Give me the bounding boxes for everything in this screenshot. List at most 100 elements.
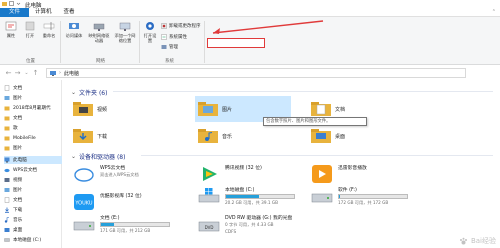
properties-icon[interactable] <box>9 1 14 6</box>
computer-icon <box>4 157 10 163</box>
tencent-video-icon <box>203 167 217 181</box>
folder-downloads-icon <box>73 129 93 143</box>
content-pane: ⌄ 文件夹 (6) 视频 图片 文档 包含数字照片、图片和图形文件。 下载 音乐… <box>63 80 500 248</box>
computer-icon <box>50 70 56 76</box>
pictures-icon <box>4 188 10 192</box>
sidebar-item-mobilefile[interactable]: MobileFile <box>4 134 62 142</box>
uninstall-program-button[interactable]: 卸载或更改程序 <box>161 23 201 29</box>
sidebar-item-desktop[interactable]: 桌面 <box>4 226 62 234</box>
folder-pictures[interactable]: 图片 <box>198 101 232 117</box>
annotation-arrow <box>212 20 324 34</box>
folders-section-header[interactable]: ⌄ 文件夹 (6) <box>71 88 107 97</box>
manage-icon <box>161 45 167 49</box>
xunlei-player-icon <box>312 165 332 183</box>
section-divider <box>113 91 493 92</box>
recent-locations-icon[interactable]: ⌄ <box>22 68 31 78</box>
sidebar-item-downloads[interactable]: 下载 <box>4 206 62 214</box>
forward-icon[interactable]: → <box>13 68 22 78</box>
folder-documents-icon <box>311 102 331 116</box>
folder-documents[interactable]: 文档 <box>311 101 345 117</box>
folder-icon <box>4 106 10 111</box>
drive-xunlei-player[interactable]: 迅雷影音播放 <box>311 164 367 184</box>
map-network-drive-button[interactable]: 映射网络驱动器 <box>87 20 111 43</box>
navigation-pane: 文档 图片 2018年8月暑期代 文档 歌 MobileFile 图片 此电脑 … <box>0 80 62 248</box>
windows-drive-icon <box>198 188 220 203</box>
document-icon <box>4 85 10 91</box>
manage-button[interactable]: 管理 <box>161 44 178 50</box>
access-media-button[interactable]: 访问媒体 <box>63 20 85 38</box>
tab-view[interactable]: 查看 <box>58 8 81 17</box>
drive-local-disk-c[interactable]: 本地磁盘 (C:) 20.2 GB 可用，共 39.1 GB <box>198 186 295 206</box>
dropdown-icon[interactable] <box>16 1 21 6</box>
drive-f-usage-fill <box>339 195 341 198</box>
sidebar-item-docs[interactable]: 文档 <box>4 196 62 204</box>
network-group-label: 网络 <box>96 59 105 64</box>
ribbon-collapse-icon[interactable]: ⌃ <box>492 9 496 15</box>
svg-text:DVD: DVD <box>205 225 214 230</box>
add-network-location-button[interactable]: 添加一个网络位置 <box>113 20 137 43</box>
drive-icon <box>73 221 95 231</box>
paw-icon <box>459 237 467 244</box>
folder-desktop[interactable]: 桌面 <box>311 128 345 144</box>
ribbon-tabs: 文件 计算机 查看 <box>0 8 500 17</box>
system-properties-button[interactable]: 系统属性 <box>161 34 187 40</box>
back-icon[interactable]: ← <box>4 68 13 78</box>
drive-wps-cloud[interactable]: WPS云文档 双击进入WPS云文档 <box>73 164 139 184</box>
breadcrumb[interactable]: 此电脑 <box>64 70 79 77</box>
pictures-icon <box>4 96 10 100</box>
tab-file[interactable]: 文件 <box>0 8 30 17</box>
folder-video-icon <box>73 102 93 116</box>
up-icon[interactable]: ↑ <box>31 68 40 78</box>
open-settings-button[interactable]: 打开设置 <box>142 20 158 43</box>
drive-e-usage-fill <box>101 223 114 226</box>
media-icon <box>69 23 79 29</box>
folder-videos[interactable]: 视频 <box>73 101 107 117</box>
sidebar-item-images[interactable]: 图片 <box>4 186 62 194</box>
sidebar-item-documents[interactable]: 文档 <box>4 84 62 92</box>
drive-documents-e[interactable]: 文档 (E:) 171 GB 可用，共 212 GB <box>73 214 170 234</box>
desktop-icon <box>4 228 10 232</box>
open-icon <box>25 21 35 31</box>
youku-icon: YOUKU <box>74 194 94 210</box>
folder-icon <box>4 136 10 141</box>
title-bar: 此电脑 <box>0 0 500 9</box>
drive-c-usage-bar <box>225 194 295 199</box>
ribbon: 属性 打开 重命名 位置 访问媒体 映射网络驱动器 添加一个网络位置 网络 打开… <box>0 9 500 65</box>
cloud-icon <box>4 168 10 173</box>
address-field[interactable]: › 此电脑 <box>46 68 466 78</box>
sidebar-item-pictures-folder[interactable]: 图片 <box>4 144 62 152</box>
properties-icon <box>5 21 17 31</box>
drive-dvd-g[interactable]: DVD DVD RW 驱动器 (G:) 我的光盘 0 字节 可用，共 4.33 … <box>198 214 292 234</box>
sidebar-item-pictures[interactable]: 图片 <box>4 94 62 102</box>
folder-music[interactable]: 音乐 <box>198 128 232 144</box>
drive-youku[interactable]: YOUKU 优酷影视库 (32 位) <box>73 192 142 212</box>
folder-downloads[interactable]: 下载 <box>73 128 107 144</box>
sidebar-item-folder-2018[interactable]: 2018年8月暑期代 <box>4 104 62 112</box>
sidebar-item-this-pc[interactable]: 此电脑 <box>4 156 62 164</box>
sidebar-item-wps-cloud[interactable]: WPS云文档 <box>4 166 62 174</box>
folder-music-icon <box>198 129 218 143</box>
drive-software-f[interactable]: 软件 (F:) 172 GB 可用，共 172 GB <box>311 186 408 206</box>
sidebar-item-songs[interactable]: 歌 <box>4 124 62 132</box>
sidebar-item-local-disk-c[interactable]: 本地磁盘 (C:) <box>4 236 62 244</box>
cloud-icon <box>74 168 94 182</box>
map-drive-icon <box>93 23 105 31</box>
sidebar-item-music[interactable]: 音乐 <box>4 216 62 224</box>
music-icon <box>4 217 10 223</box>
tab-computer[interactable]: 计算机 <box>29 8 58 17</box>
drives-section-header[interactable]: ⌄ 设备和驱动器 (8) <box>71 152 125 161</box>
chevron-down-icon: ⌄ <box>71 153 77 160</box>
quick-access-toolbar <box>2 1 21 6</box>
uninstall-icon <box>161 23 167 29</box>
rename-button[interactable]: 重命名 <box>40 20 58 38</box>
properties-button[interactable]: 属性 <box>3 20 19 38</box>
open-button[interactable]: 打开 <box>22 20 38 38</box>
address-bar: ← → ⌄ ↑ › 此电脑 <box>0 66 500 80</box>
sidebar-item-videos[interactable]: 视频 <box>4 176 62 184</box>
drive-tencent-video[interactable]: 腾讯视频 (32 位) <box>198 164 262 184</box>
folder-desktop-icon <box>311 129 331 143</box>
folder-pictures-icon <box>198 102 218 116</box>
download-icon <box>5 207 9 213</box>
rename-icon <box>43 22 55 30</box>
sidebar-item-documents-folder[interactable]: 文档 <box>4 114 62 122</box>
